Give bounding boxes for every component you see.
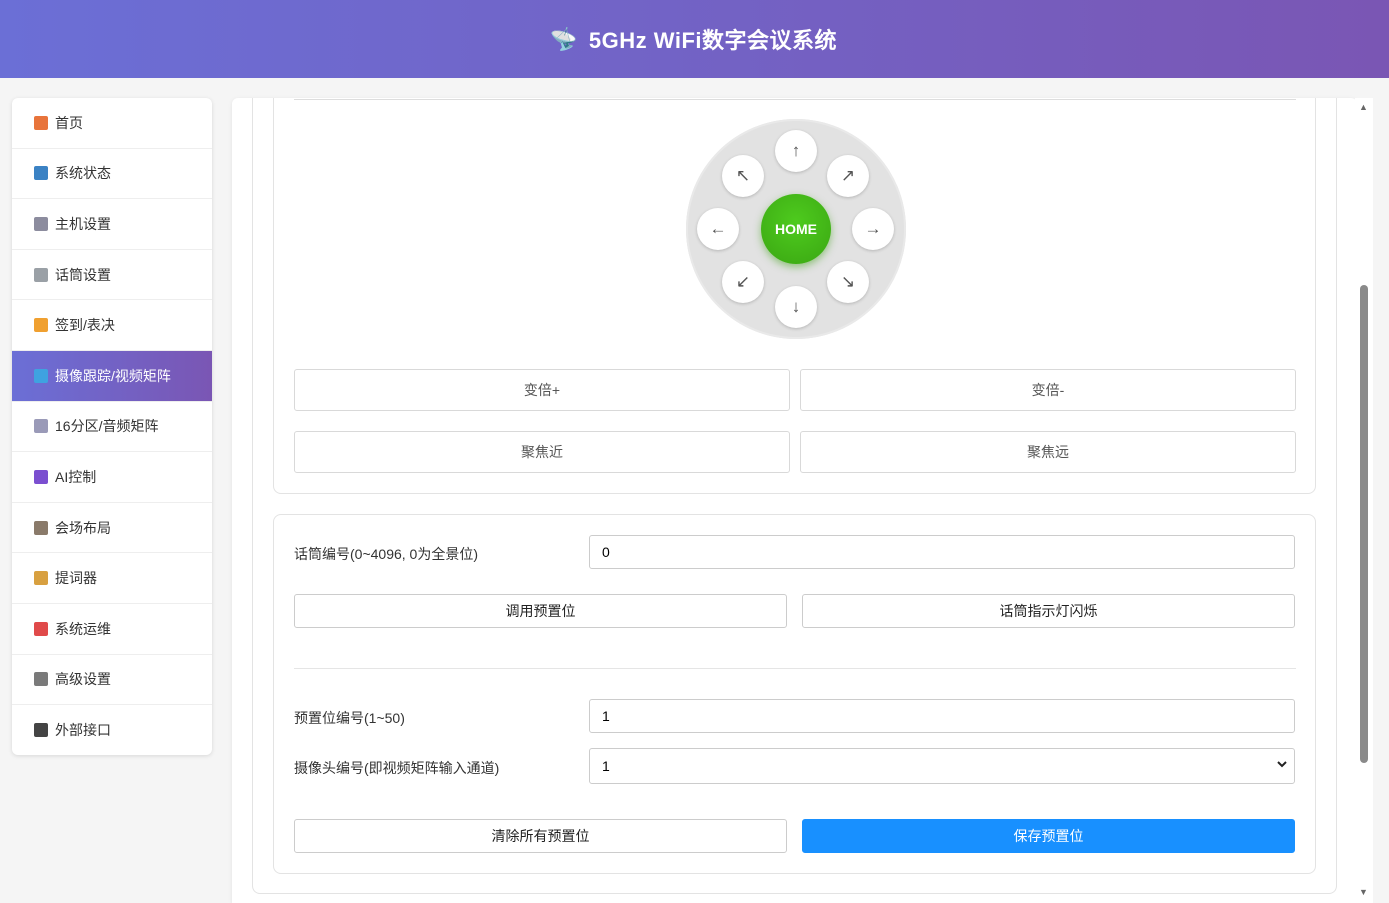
sidebar-item[interactable]: 外部接口 <box>12 705 212 755</box>
sidebar-item-label: AI控制 <box>55 468 97 485</box>
arrow-right-button[interactable]: → <box>852 208 894 250</box>
focus-near-button[interactable]: 聚焦近 <box>294 431 790 473</box>
sidebar-item-label: 首页 <box>55 114 83 131</box>
arrow-up-right-button[interactable]: ↗ <box>827 155 869 197</box>
sidebar-item-label: 话筒设置 <box>55 266 111 283</box>
microphone-icon <box>34 267 48 282</box>
sidebar-item[interactable]: 签到/表决 <box>12 300 212 351</box>
sidebar-item[interactable]: AI控制 <box>12 452 212 503</box>
speaker-icon <box>34 419 48 434</box>
arrow-down-left-button[interactable]: ↙ <box>722 261 764 303</box>
mic-number-input[interactable] <box>589 535 1295 569</box>
clear-presets-button[interactable]: 清除所有预置位 <box>294 819 787 853</box>
sidebar-item-label: 系统运维 <box>55 620 111 637</box>
rocket-icon <box>34 621 48 636</box>
camera-number-select[interactable]: 1 <box>589 748 1295 784</box>
camera-icon <box>34 368 48 383</box>
sidebar-item[interactable]: 16分区/音频矩阵 <box>12 402 212 453</box>
scrollbar[interactable]: ▲ ▼ <box>1355 98 1373 903</box>
zoom-in-button[interactable]: 变倍+ <box>294 369 790 411</box>
ptz-card: ↑ ↗ → ↘ ↓ ↙ ← ↖ HOME 变倍+ 变倍- 聚焦近 聚焦远 <box>273 98 1316 494</box>
house-icon <box>34 115 48 130</box>
preset-card: 话筒编号(0~4096, 0为全景位) 调用预置位 话筒指示灯闪烁 预置位编号(… <box>273 514 1316 874</box>
gear-icon <box>34 216 48 231</box>
mic-number-label: 话筒编号(0~4096, 0为全景位) <box>294 546 478 562</box>
robot-icon <box>34 469 48 484</box>
tools-icon <box>34 672 48 687</box>
ptz-control: ↑ ↗ → ↘ ↓ ↙ ← ↖ HOME <box>686 119 906 339</box>
focus-far-button[interactable]: 聚焦远 <box>800 431 1296 473</box>
scroll-down-icon[interactable]: ▼ <box>1359 887 1368 897</box>
arrow-down-right-button[interactable]: ↘ <box>827 261 869 303</box>
scroll-up-icon[interactable]: ▲ <box>1359 102 1368 112</box>
sidebar-item-label: 外部接口 <box>55 722 111 739</box>
mic-flash-button[interactable]: 话筒指示灯闪烁 <box>802 594 1295 628</box>
sidebar-item-label: 会场布局 <box>55 519 111 536</box>
bar-chart-icon <box>34 166 48 181</box>
arrow-left-button[interactable]: ← <box>697 208 739 250</box>
sidebar-item-label: 16分区/音频矩阵 <box>55 418 159 435</box>
sidebar-item-label: 高级设置 <box>55 671 111 688</box>
save-preset-button[interactable]: 保存预置位 <box>802 819 1295 853</box>
scroll-icon <box>34 571 48 586</box>
sidebar-item-label: 主机设置 <box>55 215 111 232</box>
sidebar-item[interactable]: 系统状态 <box>12 149 212 200</box>
sidebar: 首页系统状态主机设置话筒设置签到/表决摄像跟踪/视频矩阵 16分区/音频矩阵 AI控… <box>12 98 212 755</box>
sidebar-item[interactable]: 高级设置 <box>12 655 212 706</box>
sidebar-item-label: 提词器 <box>55 570 97 587</box>
satellite-dish-icon: 📡 <box>549 24 581 55</box>
plug-icon <box>34 723 48 738</box>
sidebar-item[interactable]: 会场布局 <box>12 503 212 554</box>
preset-number-input[interactable] <box>589 699 1295 733</box>
camera-number-value: 1 <box>602 758 610 774</box>
building-icon <box>34 520 48 535</box>
sidebar-item-label: 系统状态 <box>55 165 111 182</box>
scrollbar-thumb[interactable] <box>1360 285 1368 763</box>
raised-hand-icon <box>34 318 48 333</box>
camera-number-label: 摄像头编号(即视频矩阵输入通道) <box>294 760 500 776</box>
sidebar-item[interactable]: 首页 <box>12 98 212 149</box>
zoom-out-button[interactable]: 变倍- <box>800 369 1296 411</box>
sidebar-item-label: 签到/表决 <box>55 317 115 334</box>
app-title: 5GHz WiFi数字会议系统 <box>588 28 837 53</box>
divider <box>294 99 1296 100</box>
sidebar-item[interactable]: 提词器 <box>12 553 212 604</box>
sidebar-item[interactable]: 摄像跟踪/视频矩阵 <box>12 350 212 402</box>
call-preset-button[interactable]: 调用预置位 <box>294 594 787 628</box>
sidebar-item[interactable]: 主机设置 <box>12 199 212 250</box>
arrow-down-button[interactable]: ↓ <box>775 286 817 328</box>
chevron-down-icon <box>1276 757 1288 773</box>
home-button[interactable]: HOME <box>761 194 831 264</box>
arrow-up-left-button[interactable]: ↖ <box>722 155 764 197</box>
preset-number-label: 预置位编号(1~50) <box>294 710 405 726</box>
main-content: ↑ ↗ → ↘ ↓ ↙ ← ↖ HOME 变倍+ 变倍- 聚焦近 聚焦远 话筒编… <box>232 98 1357 903</box>
app-header: 📡 5GHz WiFi数字会议系统 <box>0 0 1389 78</box>
sidebar-item[interactable]: 系统运维 <box>12 604 212 655</box>
divider <box>294 668 1296 669</box>
sidebar-item[interactable]: 话筒设置 <box>12 250 212 301</box>
arrow-up-button[interactable]: ↑ <box>775 130 817 172</box>
sidebar-item-label: 摄像跟踪/视频矩阵 <box>55 367 171 384</box>
